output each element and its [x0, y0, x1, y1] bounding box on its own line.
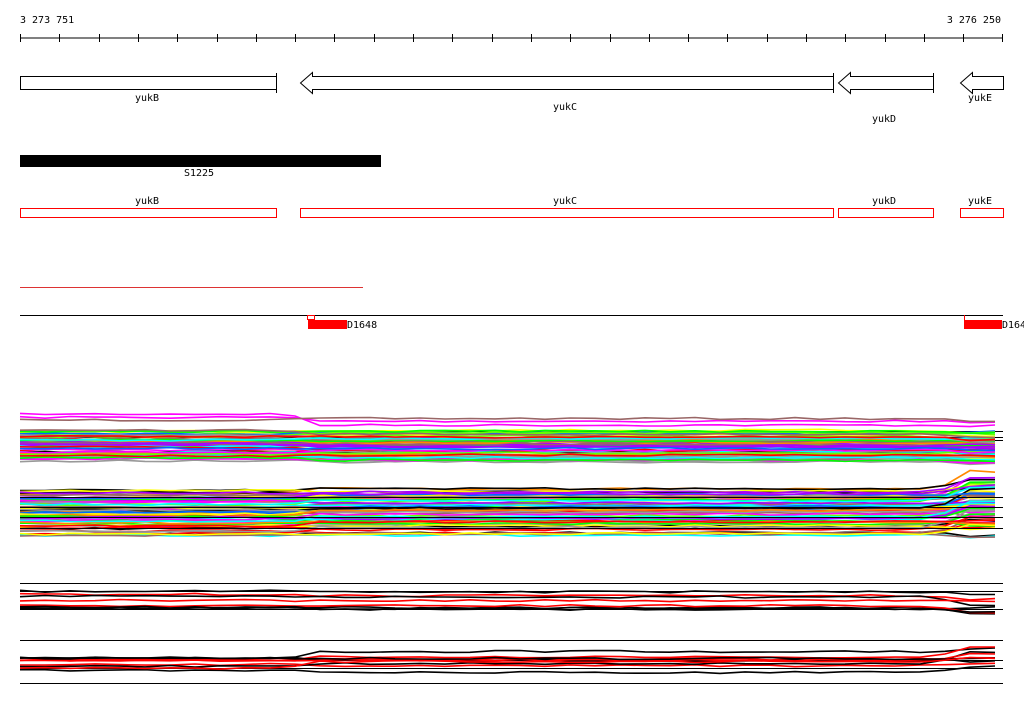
gene-label: yukC — [553, 102, 577, 113]
probe-track: D1648 D164 — [20, 315, 1024, 331]
annotation-label: yukB — [135, 196, 159, 207]
annotation-box-yukC[interactable] — [300, 208, 834, 218]
ruler-end-label: 3 276 250 — [947, 15, 1001, 26]
gene-yukB[interactable]: yukB — [20, 73, 277, 104]
gene-label: yukD — [872, 114, 896, 125]
annotation-box-yukB[interactable] — [20, 208, 277, 218]
gene-yukC[interactable]: yukC — [299, 71, 834, 114]
probe-block-D1648[interactable] — [308, 320, 347, 329]
genome-browser-canvas: 3 273 751 3 276 250 yukB yukC yukD yukE … — [19, 15, 1024, 684]
annotation-label: yukC — [553, 196, 577, 207]
feature-label: S1225 — [184, 168, 214, 179]
gene-yukE[interactable]: yukE — [959, 71, 1004, 105]
probe-marker — [307, 315, 315, 320]
gene-label: yukE — [968, 93, 992, 104]
probe-label: D1648 — [347, 320, 377, 331]
feature-S1225-bar[interactable] — [20, 155, 381, 167]
gene-yukD[interactable]: yukD — [837, 71, 934, 126]
annotation-box-yukD[interactable] — [838, 208, 934, 218]
gene-track: yukB yukC yukD yukE — [20, 71, 1004, 126]
expression-profile-line — [19, 598, 996, 603]
gene-label: yukB — [135, 93, 159, 104]
ruler-start-label: 3 273 751 — [20, 15, 74, 26]
annotation-label: yukD — [872, 196, 896, 207]
annotation-box-yukE[interactable] — [960, 208, 1004, 218]
probe-label: D164 — [1002, 320, 1024, 331]
annotation-track: yukB yukC yukD yukE — [20, 196, 1004, 218]
annotation-label: yukE — [968, 196, 992, 207]
expression-profiles — [19, 412, 1003, 684]
probe-block-D164[interactable] — [964, 320, 1002, 329]
